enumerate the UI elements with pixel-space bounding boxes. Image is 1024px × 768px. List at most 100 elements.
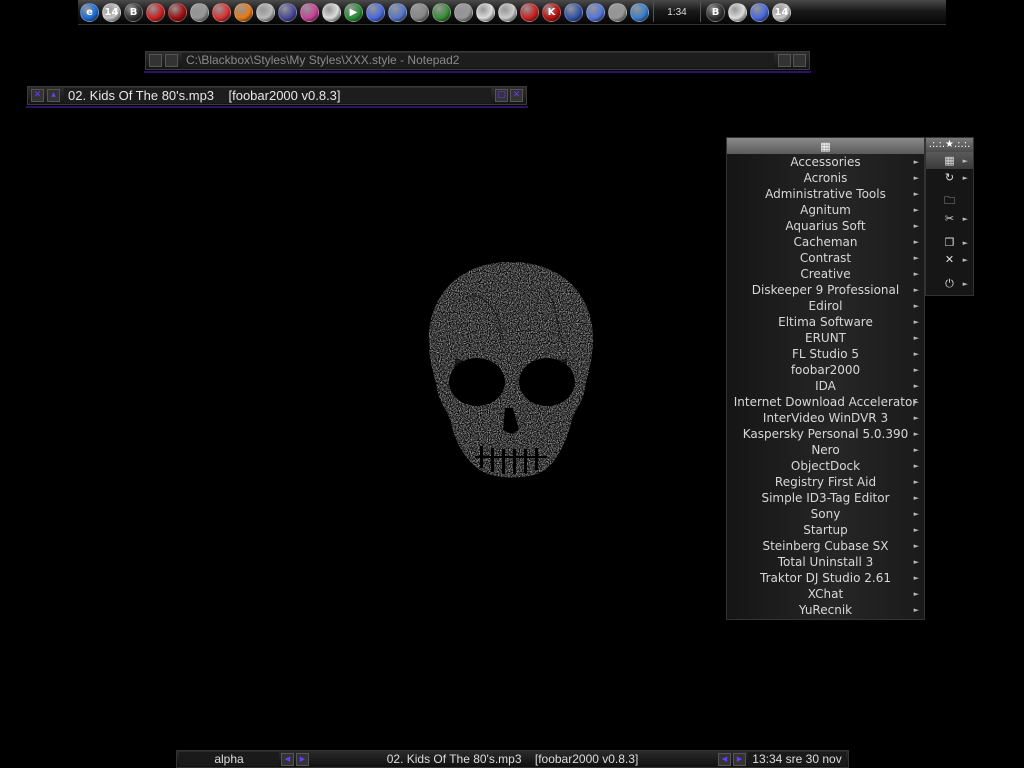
submenu-arrow-icon: ►: [962, 214, 968, 223]
tray-b-icon[interactable]: B: [706, 2, 725, 22]
menu-item[interactable]: Nero ►: [727, 442, 924, 458]
menu-item[interactable]: Administrative Tools ►: [727, 186, 924, 202]
folder-icon: 🗀: [944, 194, 955, 207]
root-menu-item[interactable]: 🗀: [926, 193, 973, 210]
gear-green-icon[interactable]: [432, 2, 451, 22]
menu-item[interactable]: Sony ►: [727, 506, 924, 522]
root-menu-item[interactable]: ✕ ►: [926, 251, 973, 268]
programs-icon: ▦: [944, 154, 955, 167]
window-shade-icon[interactable]: ▴: [47, 89, 60, 102]
target-icon[interactable]: [498, 2, 517, 22]
cd-icon[interactable]: [256, 2, 275, 22]
current-task-label[interactable]: 02. Kids Of The 80's.mp3 [foobar2000 v0.…: [309, 752, 716, 766]
menu-item[interactable]: Registry First Aid ►: [727, 474, 924, 490]
refresh-icon: ↻: [944, 171, 955, 184]
submenu-arrow-icon: ►: [913, 334, 919, 342]
next-task-button[interactable]: ▶: [733, 752, 746, 766]
workspace-label[interactable]: alpha: [179, 752, 279, 766]
dock-separator: [653, 2, 654, 22]
root-menu-item[interactable]: ✂ ►: [926, 210, 973, 227]
submenu-arrow-icon: ►: [913, 526, 919, 534]
globe-icon[interactable]: [564, 2, 583, 22]
hand-icon[interactable]: [520, 2, 539, 22]
skull-wallpaper: [428, 262, 594, 478]
menu-item[interactable]: Internet Download Accelerator ►: [727, 394, 924, 410]
tray-calendar-icon[interactable]: 14: [772, 2, 791, 22]
root-menu-item[interactable]: ⏻ ►: [926, 275, 973, 292]
network-icon[interactable]: [586, 2, 605, 22]
launcher-icon[interactable]: [278, 2, 297, 22]
menu-item[interactable]: FL Studio 5 ►: [727, 346, 924, 362]
menu-item[interactable]: InterVideo WinDVR 3 ►: [727, 410, 924, 426]
menu-item[interactable]: Aquarius Soft ►: [727, 218, 924, 234]
menu-item-label: Total Uninstall 3: [777, 555, 874, 569]
menu-item[interactable]: Total Uninstall 3 ►: [727, 554, 924, 570]
play-icon[interactable]: ▶: [344, 2, 363, 22]
bubble-icon[interactable]: [630, 2, 649, 22]
record-red-icon[interactable]: [168, 2, 187, 22]
tools2-icon[interactable]: [608, 2, 627, 22]
menu-item[interactable]: XChat ►: [727, 586, 924, 602]
menu-item[interactable]: Traktor DJ Studio 2.61 ►: [727, 570, 924, 586]
menu-item[interactable]: IDA ►: [727, 378, 924, 394]
menu-item[interactable]: ObjectDock ►: [727, 458, 924, 474]
tray-flower-icon[interactable]: [728, 2, 747, 22]
menu-item-label: ERUNT: [804, 331, 846, 345]
notepad-icon[interactable]: [388, 2, 407, 22]
menu-item[interactable]: Simple ID3-Tag Editor ►: [727, 490, 924, 506]
menu-item[interactable]: Cacheman ►: [727, 234, 924, 250]
gear-icon[interactable]: [454, 2, 473, 22]
windows-icon: ❐: [944, 236, 955, 249]
menu-item[interactable]: Startup ►: [727, 522, 924, 538]
menu-item[interactable]: YuRecnik ►: [727, 602, 924, 618]
flower-icon[interactable]: [322, 2, 341, 22]
menu-item-label: Kaspersky Personal 5.0.390: [742, 427, 909, 441]
minimize-button[interactable]: [778, 54, 791, 67]
close-button[interactable]: ✕: [510, 89, 523, 102]
menu-item[interactable]: Creative ►: [727, 266, 924, 282]
submenu-arrow-icon: ►: [913, 366, 919, 374]
menu-item[interactable]: Accessories ►: [727, 154, 924, 170]
submenu-arrow-icon: ►: [913, 318, 919, 326]
submenu-arrow-icon: ►: [962, 279, 968, 288]
menu-item[interactable]: Agnitum ►: [727, 202, 924, 218]
menu-item[interactable]: Steinberg Cubase SX ►: [727, 538, 924, 554]
menu-item[interactable]: Diskeeper 9 Professional ►: [727, 282, 924, 298]
root-menu-item[interactable]: ▦ ►: [926, 152, 973, 169]
window-shade-button[interactable]: [165, 54, 178, 67]
blackbox-b-icon[interactable]: B: [124, 2, 143, 22]
foobar-window-titlebar[interactable]: ✕ ▴ 02. Kids Of The 80's.mp3 [foobar2000…: [26, 86, 528, 108]
root-menu-item[interactable]: ↻ ►: [926, 169, 973, 186]
top-dock: e 14 B ▶ K 1:34 B 14: [78, 0, 946, 25]
window-menu-button[interactable]: [149, 54, 162, 67]
monitor-icon[interactable]: [366, 2, 385, 22]
kaspersky-icon[interactable]: K: [542, 2, 561, 22]
tray-monitor-icon[interactable]: [750, 2, 769, 22]
maximize-button[interactable]: ▢: [495, 89, 508, 102]
menu-item[interactable]: Acronis ►: [727, 170, 924, 186]
tools-icon[interactable]: [410, 2, 429, 22]
fl-studio-icon[interactable]: [234, 2, 253, 22]
toolbar-clock: 13:34 sre 30 nov: [748, 752, 846, 766]
root-menu-item[interactable]: ❐ ►: [926, 234, 973, 251]
prev-workspace-button[interactable]: ◀: [281, 752, 294, 766]
notepad2-window-titlebar[interactable]: C:\Blackbox\Styles\My Styles\XXX.style -…: [144, 51, 811, 73]
next-workspace-button[interactable]: ▶: [296, 752, 309, 766]
ie-icon[interactable]: e: [80, 2, 99, 22]
calendar-icon[interactable]: 14: [102, 2, 121, 22]
prev-task-button[interactable]: ◀: [718, 752, 731, 766]
close-button[interactable]: [793, 54, 806, 67]
menu-item[interactable]: Contrast ►: [727, 250, 924, 266]
window-close-x-icon[interactable]: ✕: [31, 89, 44, 102]
colors-icon[interactable]: [300, 2, 319, 22]
menu-item[interactable]: foobar2000 ►: [727, 362, 924, 378]
menu-item[interactable]: Kaspersky Personal 5.0.390 ►: [727, 426, 924, 442]
lifebuoy-icon[interactable]: [146, 2, 165, 22]
window-title: C:\Blackbox\Styles\My Styles\XXX.style -…: [182, 53, 774, 68]
menu-item[interactable]: Edirol ►: [727, 298, 924, 314]
gear-white-icon[interactable]: [476, 2, 495, 22]
itunes-icon[interactable]: [190, 2, 209, 22]
menu-item[interactable]: ERUNT ►: [727, 330, 924, 346]
menu-item[interactable]: Eltima Software ►: [727, 314, 924, 330]
diamond-red-icon[interactable]: [212, 2, 231, 22]
